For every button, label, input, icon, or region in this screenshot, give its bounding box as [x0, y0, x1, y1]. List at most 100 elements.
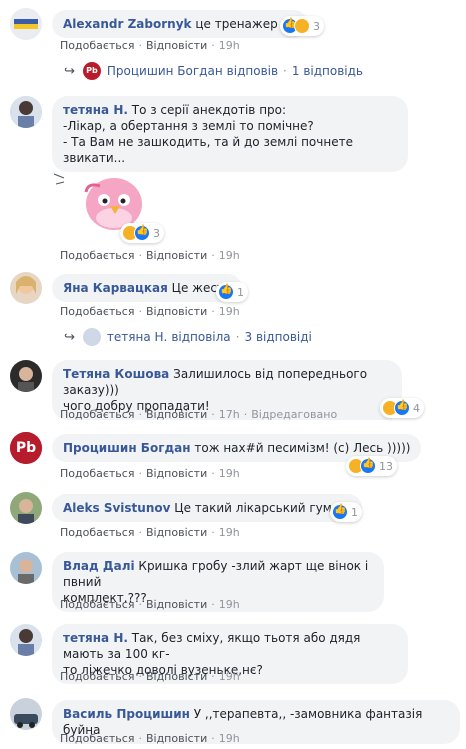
avatar	[82, 328, 101, 346]
reply-count[interactable]: 1 відповідь	[292, 64, 363, 78]
timestamp[interactable]: 19h	[219, 39, 240, 52]
reply-verb: відповів	[226, 64, 279, 78]
like-icon	[394, 400, 410, 416]
timestamp[interactable]: 19h	[219, 598, 240, 611]
comment-tetiana-1: тетяна Н. То з серії анекдотів про: -Лік…	[10, 94, 460, 269]
reply-arrow-icon: ↪	[64, 329, 75, 345]
comment-text: тож нах#й песимізм! (с) Лесь )))))	[194, 441, 411, 455]
comment-author[interactable]: Тетяна Кошова	[63, 367, 169, 381]
like-link[interactable]: Подобається	[60, 467, 134, 480]
comment-author[interactable]: Процишин Богдан	[63, 441, 191, 455]
comment-text: Це такий лікарський гумор.	[174, 501, 351, 515]
avatar-logo-text: Pb	[15, 440, 37, 456]
comment-author[interactable]: Влад Далі	[63, 559, 135, 573]
reply-link[interactable]: Відповісти	[146, 732, 207, 745]
reply-link[interactable]: Відповісти	[146, 39, 207, 52]
timestamp[interactable]: 19h	[219, 305, 240, 318]
timestamp[interactable]: 19h	[219, 467, 240, 480]
reaction-count: 13	[379, 459, 393, 473]
comment-text: це тренажер	[195, 17, 278, 31]
avatar[interactable]	[10, 624, 42, 656]
comment-actions: Подобається · Відповісти · 19h	[60, 305, 240, 318]
reaction-summary[interactable]: 3	[280, 16, 324, 36]
avatar-photo-icon	[10, 624, 42, 656]
avatar[interactable]	[10, 552, 42, 584]
comment-vlad: Влад Далі Кришка гробу -злий жарт ще він…	[10, 550, 460, 620]
like-link[interactable]: Подобається	[60, 598, 134, 611]
avatar-photo-icon	[10, 492, 42, 524]
reaction-summary[interactable]: 1	[216, 282, 248, 302]
like-link[interactable]: Подобається	[60, 732, 134, 745]
comment-bubble: Aleks Svistunov Це такий лікарський гумо…	[52, 494, 362, 522]
comment-alexandr: Alexandr Zabornyk це тренажер 🙂 3 Подоба…	[10, 6, 460, 66]
reply-link[interactable]: Відповісти	[146, 408, 207, 421]
reaction-summary[interactable]: 3	[120, 223, 164, 243]
like-link[interactable]: Подобається	[60, 526, 134, 539]
like-link[interactable]: Подобається	[60, 408, 134, 421]
reply-arrow-icon: ↪	[64, 63, 75, 79]
avatar[interactable]: Pb	[10, 432, 42, 464]
comment-line: То з серії анекдотів про:	[131, 103, 287, 117]
avatar: Pb	[82, 62, 101, 80]
comment-actions: Подобається · Відповісти · 17h · Відредаговано	[60, 408, 338, 421]
reaction-summary[interactable]: 13	[346, 456, 397, 476]
reply-link[interactable]: Відповісти	[146, 305, 207, 318]
comment-bubble: Яна Карвацкая Це жесть	[52, 274, 243, 302]
timestamp[interactable]: 17h	[219, 408, 240, 421]
comment-yana: Яна Карвацкая Це жесть 1 Подобається·Від…	[10, 270, 460, 330]
comment-koshova: Тетяна Кошова Залишилось від попередньог…	[10, 358, 460, 426]
like-icon	[360, 458, 376, 474]
reply-author[interactable]: Процишин Богдан	[107, 64, 223, 78]
reply-count[interactable]: 3 відповіді	[245, 330, 312, 344]
avatar[interactable]	[10, 360, 42, 392]
avatar-photo-icon	[10, 552, 42, 584]
replies-summary[interactable]: ↪ Pb Процишин Богдан відповів · 1 відпов…	[64, 62, 363, 80]
comment-author[interactable]: Aleks Svistunov	[63, 501, 170, 515]
reply-verb: відповіла	[171, 330, 231, 344]
like-link[interactable]: Подобається	[60, 39, 134, 52]
comment-author[interactable]: тетяна Н.	[63, 631, 128, 645]
comment-bubble: тетяна Н. То з серії анекдотів про: -Лік…	[52, 96, 408, 172]
timestamp[interactable]: 19h	[219, 732, 240, 745]
reply-link[interactable]: Відповісти	[146, 249, 207, 262]
comment-author[interactable]: тетяна Н.	[63, 103, 128, 117]
avatar-flag-icon	[10, 8, 42, 40]
avatar[interactable]	[10, 8, 42, 40]
like-link[interactable]: Подобається	[60, 670, 134, 683]
comment-actions: Подобається · Відповісти · 19h	[60, 598, 240, 611]
comment-author[interactable]: Alexandr Zabornyk	[63, 17, 192, 31]
avatar-photo-icon	[10, 698, 42, 730]
reaction-summary[interactable]: 4	[380, 398, 424, 418]
reaction-summary[interactable]: 1	[330, 502, 362, 522]
comment-author[interactable]: Яна Карвацкая	[63, 281, 168, 295]
comment-vasyl: Василь Процишин У ,,терапевта,, -замовни…	[10, 696, 460, 748]
comment-aleks: Aleks Svistunov Це такий лікарський гумо…	[10, 490, 460, 546]
reply-author[interactable]: тетяна Н.	[107, 330, 167, 344]
haha-icon	[294, 18, 310, 34]
avatar-photo-icon	[10, 96, 42, 128]
avatar[interactable]	[10, 272, 42, 304]
reaction-count: 3	[153, 226, 160, 240]
reply-link[interactable]: Відповісти	[146, 670, 207, 683]
reply-link[interactable]: Відповісти	[146, 467, 207, 480]
timestamp[interactable]: 19h	[219, 249, 240, 262]
like-link[interactable]: Подобається	[60, 249, 134, 262]
edited-label[interactable]: Відредаговано	[251, 408, 337, 421]
like-icon	[332, 504, 348, 520]
comment-author[interactable]: Василь Процишин	[63, 707, 190, 721]
reply-link[interactable]: Відповісти	[146, 526, 207, 539]
comment-actions: Подобається · Відповісти · 19h	[60, 467, 240, 480]
like-icon	[218, 284, 234, 300]
timestamp[interactable]: 19h	[219, 670, 240, 683]
avatar[interactable]	[10, 698, 42, 730]
timestamp[interactable]: 19h	[219, 526, 240, 539]
like-link[interactable]: Подобається	[60, 305, 134, 318]
reaction-count: 1	[351, 505, 358, 519]
comment-actions: Подобається · Відповісти · 19h	[60, 526, 240, 539]
replies-summary[interactable]: ↪ тетяна Н. відповіла · 3 відповіді	[64, 328, 312, 346]
avatar[interactable]	[10, 96, 42, 128]
avatar[interactable]	[10, 492, 42, 524]
reaction-count: 4	[413, 401, 420, 415]
comment-protsyshyn: Pb Процишин Богдан тож нах#й песимізм! (…	[10, 430, 460, 490]
reply-link[interactable]: Відповісти	[146, 598, 207, 611]
